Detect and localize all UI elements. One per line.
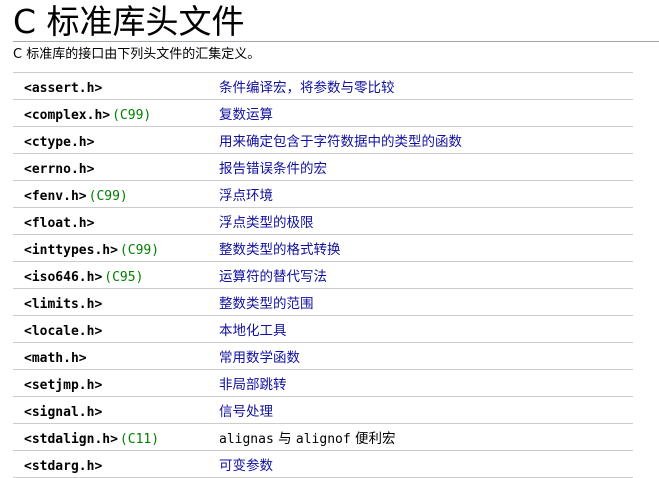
header-desc-cell: 报告错误条件的宏 <box>219 153 633 181</box>
since-badge: (C99) <box>119 242 160 258</box>
header-desc-link[interactable]: 条件编译宏，将参数与零比较 <box>219 80 395 96</box>
table-row: <iso646.h> (C95) 运算符的替代写法 <box>13 261 633 289</box>
header-name[interactable]: <ctype.h> <box>24 135 94 150</box>
table-row: <float.h> 浮点类型的极限 <box>13 207 633 235</box>
header-name-cell: <errno.h> <box>13 153 219 181</box>
header-desc-link[interactable]: 本地化工具 <box>219 323 287 339</box>
header-name[interactable]: <limits.h> <box>24 297 102 312</box>
header-desc-link[interactable]: 信号处理 <box>219 404 273 420</box>
table-row: <ctype.h> 用来确定包含于字符数据中的类型的函数 <box>13 126 633 154</box>
header-desc-link[interactable]: 报告错误条件的宏 <box>219 161 327 177</box>
header-desc-cell: 整数类型的格式转换 <box>219 234 633 262</box>
table-row: <locale.h> 本地化工具 <box>13 315 633 343</box>
alignas-keyword[interactable]: alignas <box>219 432 274 447</box>
intro-text: C 标准库的接口由下列头文件的汇集定义。 <box>13 47 261 62</box>
header-desc-cell: 浮点类型的极限 <box>219 207 633 235</box>
header-name-cell: <complex.h> (C99) <box>13 99 219 127</box>
header-name[interactable]: <fenv.h> <box>24 189 87 204</box>
header-name-cell: <ctype.h> <box>13 126 219 154</box>
header-desc-cell: 运算符的替代写法 <box>219 261 633 289</box>
header-desc-cell: 整数类型的范围 <box>219 288 633 316</box>
headers-table: <assert.h> 条件编译宏，将参数与零比较 <complex.h> (C99… <box>13 72 633 478</box>
since-badge: (C95) <box>104 269 144 285</box>
header-name-cell: <fenv.h> (C99) <box>13 180 219 208</box>
header-desc-link[interactable]: 浮点类型的极限 <box>219 215 314 231</box>
header-desc-cell: 可变参数 <box>219 450 633 478</box>
title-divider <box>13 41 659 42</box>
header-name-cell: <stdarg.h> <box>13 450 219 478</box>
since-badge: (C99) <box>88 188 128 204</box>
header-desc-cell: 复数运算 <box>219 99 633 127</box>
desc-tail-text: 便利宏 <box>350 431 396 447</box>
header-name[interactable]: <iso646.h> <box>24 270 102 285</box>
header-name[interactable]: <inttypes.h> <box>24 243 118 258</box>
table-row: <complex.h> (C99) 复数运算 <box>13 99 633 127</box>
header-name-cell: <locale.h> <box>13 315 219 343</box>
header-name[interactable]: <assert.h> <box>24 81 102 96</box>
table-row: <stdalign.h> (C11) alignas 与 alignof 便利宏 <box>13 423 633 451</box>
table-row: <signal.h> 信号处理 <box>13 396 633 424</box>
header-name[interactable]: <math.h> <box>24 351 87 366</box>
header-desc-link[interactable]: 浮点环境 <box>219 188 273 204</box>
table-row: <stdarg.h> 可变参数 <box>13 450 633 478</box>
table-row: <math.h> 常用数学函数 <box>13 342 633 370</box>
table-row: <setjmp.h> 非局部跳转 <box>13 369 633 397</box>
header-name-cell: <inttypes.h> (C99) <box>13 234 219 262</box>
header-name[interactable]: <setjmp.h> <box>24 378 102 393</box>
table-row: <inttypes.h> (C99) 整数类型的格式转换 <box>13 234 633 262</box>
header-desc-cell: 本地化工具 <box>219 315 633 343</box>
header-name-cell: <setjmp.h> <box>13 369 219 397</box>
header-desc-cell: 浮点环境 <box>219 180 633 208</box>
header-name[interactable]: <signal.h> <box>24 405 102 420</box>
header-name[interactable]: <locale.h> <box>24 324 102 339</box>
header-name[interactable]: <errno.h> <box>24 162 94 177</box>
conjunction-text: 与 <box>273 431 296 447</box>
header-name[interactable]: <stdalign.h> <box>24 432 118 447</box>
header-name[interactable]: <float.h> <box>24 216 94 231</box>
header-desc-cell: alignas 与 alignof 便利宏 <box>219 423 633 451</box>
table-row: <fenv.h> (C99) 浮点环境 <box>13 180 633 208</box>
header-desc-cell: 用来确定包含于字符数据中的类型的函数 <box>219 126 633 154</box>
header-name[interactable]: <complex.h> <box>24 108 110 123</box>
header-desc-link[interactable]: 整数类型的格式转换 <box>219 242 341 258</box>
alignof-keyword[interactable]: alignof <box>296 432 351 447</box>
header-name-cell: <float.h> <box>13 207 219 235</box>
header-desc-link[interactable]: 用来确定包含于字符数据中的类型的函数 <box>219 134 462 150</box>
header-name-cell: <stdalign.h> (C11) <box>13 423 219 451</box>
header-desc-link[interactable]: 可变参数 <box>219 458 273 474</box>
header-desc-link[interactable]: 常用数学函数 <box>219 350 300 366</box>
header-desc-cell: 非局部跳转 <box>219 369 633 397</box>
header-desc-link[interactable]: 运算符的替代写法 <box>219 269 327 285</box>
header-name-cell: <iso646.h> (C95) <box>13 261 219 289</box>
table-row: <limits.h> 整数类型的范围 <box>13 288 633 316</box>
header-desc-link[interactable]: 复数运算 <box>219 107 273 123</box>
header-name-cell: <assert.h> <box>13 72 219 100</box>
header-name-cell: <limits.h> <box>13 288 219 316</box>
table-row: <assert.h> 条件编译宏，将参数与零比较 <box>13 72 633 100</box>
page-title: C 标准库头文件 <box>13 2 245 41</box>
table-row: <errno.h> 报告错误条件的宏 <box>13 153 633 181</box>
since-badge: (C99) <box>112 107 152 123</box>
header-desc-link[interactable]: 非局部跳转 <box>219 377 287 393</box>
since-badge: (C11) <box>119 431 160 447</box>
header-desc-link[interactable]: 整数类型的范围 <box>219 296 314 312</box>
header-name-cell: <math.h> <box>13 342 219 370</box>
header-desc-cell: 常用数学函数 <box>219 342 633 370</box>
header-name-cell: <signal.h> <box>13 396 219 424</box>
header-desc-cell: 信号处理 <box>219 396 633 424</box>
header-name[interactable]: <stdarg.h> <box>24 459 102 474</box>
header-desc-cell: 条件编译宏，将参数与零比较 <box>219 72 633 100</box>
